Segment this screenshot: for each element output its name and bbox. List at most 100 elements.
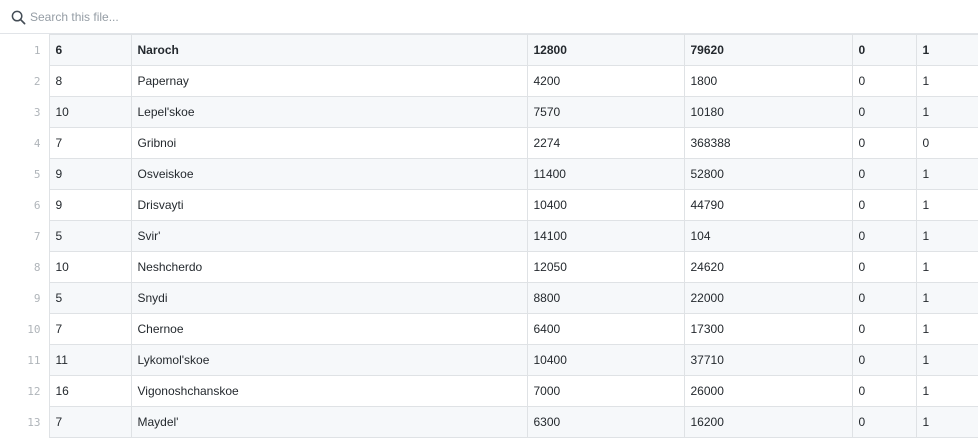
table-row: 10 7 Chernoe 6400 17300 0 1 [0, 313, 978, 345]
table-cell: Neshcherdo [130, 251, 528, 283]
table-cell: 7 [48, 406, 132, 438]
table-cell: 0 [851, 282, 917, 314]
line-number[interactable]: 6 [0, 189, 50, 221]
table-cell: 14100 [526, 220, 685, 252]
table-cell: 12800 [526, 34, 685, 66]
line-number[interactable]: 4 [0, 127, 50, 159]
table-cell: Drisvayti [130, 189, 528, 221]
table-row: 11 11 Lykomol'skoe 10400 37710 0 1 [0, 344, 978, 376]
table-cell: 1 [915, 406, 978, 438]
line-number[interactable]: 3 [0, 96, 50, 128]
line-number[interactable]: 8 [0, 251, 50, 283]
table-cell: 1 [915, 313, 978, 345]
table-cell: Lykomol'skoe [130, 344, 528, 376]
csv-table: 1 6 Naroch 12800 79620 0 1 2 8 Papernay 4200 1800 0 1… [0, 34, 978, 438]
table-cell: 0 [851, 406, 917, 438]
table-cell: 9 [48, 189, 132, 221]
table-cell: 7 [48, 127, 132, 159]
table-cell: Osveiskoe [130, 158, 528, 190]
line-number[interactable]: 9 [0, 282, 50, 314]
search-icon [11, 10, 26, 25]
table-row: 2 8 Papernay 4200 1800 0 1 [0, 65, 978, 97]
table-row: 4 7 Gribnoi 2274 368388 0 0 [0, 127, 978, 159]
table-row: 9 5 Snydi 8800 22000 0 1 [0, 282, 978, 314]
table-row: 13 7 Maydel' 6300 16200 0 1 [0, 406, 978, 438]
table-cell: Maydel' [130, 406, 528, 438]
table-cell: 0 [851, 189, 917, 221]
table-cell: 1 [915, 65, 978, 97]
table-cell: 17300 [683, 313, 853, 345]
table-cell: 11400 [526, 158, 685, 190]
table-cell: Papernay [130, 65, 528, 97]
table-cell: 7570 [526, 96, 685, 128]
csv-table-container: 1 6 Naroch 12800 79620 0 1 2 8 Papernay 4200 1800 0 1… [0, 34, 978, 439]
table-cell: 0 [851, 34, 917, 66]
table-cell: 1800 [683, 65, 853, 97]
line-number[interactable]: 11 [0, 344, 50, 376]
line-number[interactable]: 12 [0, 375, 50, 407]
table-cell: 6400 [526, 313, 685, 345]
table-cell: 0 [851, 313, 917, 345]
table-cell: 0 [851, 158, 917, 190]
line-number[interactable]: 2 [0, 65, 50, 97]
line-number[interactable]: 1 [0, 34, 50, 66]
table-cell: 1 [915, 375, 978, 407]
table-cell: 0 [851, 220, 917, 252]
table-row: 12 16 Vigonoshchanskoe 7000 26000 0 1 [0, 375, 978, 407]
table-row: 7 5 Svir' 14100 104 0 1 [0, 220, 978, 252]
search-bar [0, 0, 978, 34]
table-cell: 0 [915, 127, 978, 159]
table-cell: 6 [48, 34, 132, 66]
table-cell: 10180 [683, 96, 853, 128]
table-cell: 7000 [526, 375, 685, 407]
table-cell: 26000 [683, 375, 853, 407]
table-cell: 37710 [683, 344, 853, 376]
table-cell: 0 [851, 65, 917, 97]
table-cell: 12050 [526, 251, 685, 283]
table-cell: Vigonoshchanskoe [130, 375, 528, 407]
line-number[interactable]: 10 [0, 313, 50, 345]
table-cell: 11 [48, 344, 132, 376]
table-cell: 5 [48, 282, 132, 314]
table-cell: Gribnoi [130, 127, 528, 159]
table-cell: 0 [851, 251, 917, 283]
table-cell: 1 [915, 251, 978, 283]
table-cell: 368388 [683, 127, 853, 159]
table-cell: 22000 [683, 282, 853, 314]
table-cell: 10400 [526, 344, 685, 376]
table-cell: 1 [915, 344, 978, 376]
table-cell: 44790 [683, 189, 853, 221]
table-cell: 10 [48, 96, 132, 128]
search-input[interactable] [30, 6, 630, 28]
table-cell: Naroch [130, 34, 528, 66]
table-cell: 7 [48, 313, 132, 345]
table-cell: 2274 [526, 127, 685, 159]
table-cell: 0 [851, 344, 917, 376]
table-cell: 1 [915, 96, 978, 128]
table-row: 3 10 Lepel'skoe 7570 10180 0 1 [0, 96, 978, 128]
table-cell: 52800 [683, 158, 853, 190]
table-cell: 1 [915, 189, 978, 221]
table-cell: Chernoe [130, 313, 528, 345]
table-cell: 8800 [526, 282, 685, 314]
table-cell: 10 [48, 251, 132, 283]
table-cell: Snydi [130, 282, 528, 314]
line-number[interactable]: 13 [0, 406, 50, 438]
table-cell: 1 [915, 282, 978, 314]
table-cell: 1 [915, 220, 978, 252]
table-cell: 1 [915, 34, 978, 66]
table-cell: 4200 [526, 65, 685, 97]
table-cell: 16200 [683, 406, 853, 438]
table-cell: 79620 [683, 34, 853, 66]
line-number[interactable]: 7 [0, 220, 50, 252]
table-cell: 16 [48, 375, 132, 407]
table-row: 6 9 Drisvayti 10400 44790 0 1 [0, 189, 978, 221]
table-cell: 24620 [683, 251, 853, 283]
line-number[interactable]: 5 [0, 158, 50, 190]
table-cell: 104 [683, 220, 853, 252]
table-cell: 9 [48, 158, 132, 190]
table-row: 8 10 Neshcherdo 12050 24620 0 1 [0, 251, 978, 283]
table-cell: 0 [851, 96, 917, 128]
table-row: 5 9 Osveiskoe 11400 52800 0 1 [0, 158, 978, 190]
table-cell: 0 [851, 375, 917, 407]
